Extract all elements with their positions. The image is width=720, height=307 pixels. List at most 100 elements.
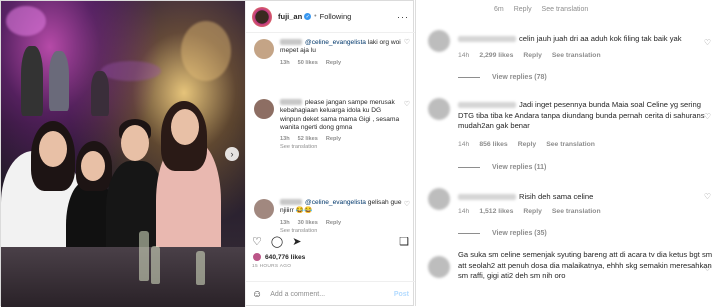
emoji-icon[interactable]: ☺ [252,289,262,300]
more-icon[interactable]: ··· [397,12,409,22]
see-translation[interactable]: See translation [280,228,402,234]
likes-text[interactable]: 640,776 likes [265,254,305,261]
comment-likes[interactable]: 2,299 likes [479,52,513,59]
comment-meta: 13h 50 likes Reply [280,60,402,66]
avatar[interactable] [428,30,450,52]
post-button[interactable]: Post [394,291,409,298]
background-person [21,46,43,116]
carousel-next-icon[interactable]: › [225,147,239,161]
see-translation[interactable]: See translation [280,144,402,150]
comment-mention[interactable]: @celine_evangelista [305,199,366,206]
comment-item: @celine_evangelista laki org woi mepet a… [246,35,416,97]
heart-icon[interactable]: ♡ [704,192,711,201]
blurred-username [280,39,302,46]
comment-meta: 13h 30 likes Reply [280,220,402,226]
heart-icon[interactable]: ♡ [404,200,410,208]
heart-icon[interactable]: ♡ [704,38,711,47]
comment-text: @celine_evangelista laki org woi mepet a… [280,39,402,56]
avatar[interactable] [254,99,274,119]
background-person [91,71,109,116]
blurred-username [458,194,516,200]
comment-likes[interactable]: 52 likes [298,136,318,142]
see-translation[interactable]: See translation [552,52,601,59]
comment-text: celin jauh juah dri aa aduh kok filing t… [458,34,713,45]
comment-thread-panel: 6m Reply See translation celin jauh juah… [415,0,720,306]
comment-time: 14h [458,141,470,148]
see-translation[interactable]: See translation [546,141,595,148]
avatar[interactable] [428,256,450,278]
add-comment-bar: ☺ Add a comment... Post [246,281,415,307]
heart-icon[interactable]: ♡ [704,112,711,121]
reply-button[interactable]: Reply [514,6,532,13]
avatar[interactable] [428,98,450,120]
comment-time: 14h [458,208,470,215]
comment-item: Jadi inget pesennya bunda Maia soal Celi… [416,92,720,182]
post-header: fuji_an ✓ • Following ··· [246,1,415,33]
save-icon[interactable]: ❑ [399,235,409,248]
heart-icon[interactable]: ♡ [252,235,262,248]
reply-button[interactable]: Reply [523,208,542,215]
comment-item: please jangan sampe merusak kebahagiaan … [246,97,416,197]
reply-button[interactable]: Reply [523,52,542,59]
separator-dot: • [314,13,317,20]
comment-item: Ga suka sm celine semenjak syuting baren… [416,248,720,306]
table [1,247,245,307]
see-translation[interactable]: See translation [552,208,601,215]
comment-meta: 13h 52 likes Reply [280,136,402,142]
comment-likes[interactable]: 30 likes [298,220,318,226]
post-photo[interactable]: › [1,1,245,307]
share-icon[interactable]: ➤ [292,235,301,248]
comment-likes[interactable]: 856 likes [479,141,507,148]
heart-icon[interactable]: ♡ [704,264,711,273]
avatar[interactable] [252,6,272,27]
blurred-username [280,99,302,106]
club-light [101,61,161,81]
comment-time: 14h [458,52,470,59]
heart-icon[interactable]: ♡ [404,38,410,46]
comment-likes[interactable]: 1,512 likes [479,208,513,215]
post-username[interactable]: fuji_an [278,12,302,21]
comment-input[interactable]: Add a comment... [270,291,325,298]
see-translation[interactable]: See translation [542,6,589,13]
comment-meta: 14h 1,512 likes Reply See translation [458,208,611,215]
comment-text: Risih deh sama celine [458,192,713,203]
comment-text: @celine_evangelista gelisah gue njiiirr … [280,199,402,216]
avatar[interactable] [254,39,274,59]
background-person [49,51,69,111]
instagram-post: › fuji_an ✓ • Following ··· @celine_evan… [0,0,416,307]
reply-button[interactable]: Reply [518,141,537,148]
avatar[interactable] [254,199,274,219]
likes-count[interactable]: 640,776 likes [252,252,305,262]
comment-meta: 14h 856 likes Reply See translation [458,141,605,148]
comment-text: please jangan sampe merusak kebahagiaan … [280,99,402,132]
comment-mention[interactable]: @celine_evangelista [305,39,366,46]
person-face [39,131,67,167]
comment-icon[interactable]: ◯ [271,235,283,248]
bottle [139,231,149,281]
action-bar: ♡ ◯ ➤ ❑ [252,235,409,248]
heart-icon[interactable]: ♡ [404,100,410,108]
comment-item: Risih deh sama celine 14h 1,512 likes Repl… [416,184,720,246]
comment-list: @celine_evangelista laki org woi mepet a… [246,35,416,257]
comment-likes[interactable]: 50 likes [298,60,318,66]
view-replies-button[interactable]: View replies (35) [458,230,547,237]
comment-meta: 6m Reply See translation [494,6,596,13]
comment-time: 13h [280,219,290,226]
person-face [121,125,149,161]
verified-icon: ✓ [304,13,312,20]
comment-meta: 14h 2,299 likes Reply See translation [458,52,611,59]
bottle [196,251,205,285]
comment-time: 6m [494,6,504,13]
club-light [6,6,46,36]
reply-button[interactable]: Reply [326,220,341,226]
reply-button[interactable]: Reply [326,136,341,142]
view-replies-button[interactable]: View replies (78) [458,74,547,81]
comment-time: 13h [280,59,290,66]
club-light [181,21,231,81]
avatar[interactable] [428,188,450,210]
following-button[interactable]: Following [320,12,352,21]
person-face [171,109,199,145]
comment-text: Jadi inget pesennya bunda Maia soal Celi… [458,100,705,130]
reply-button[interactable]: Reply [326,60,341,66]
view-replies-button[interactable]: View replies (11) [458,164,546,171]
